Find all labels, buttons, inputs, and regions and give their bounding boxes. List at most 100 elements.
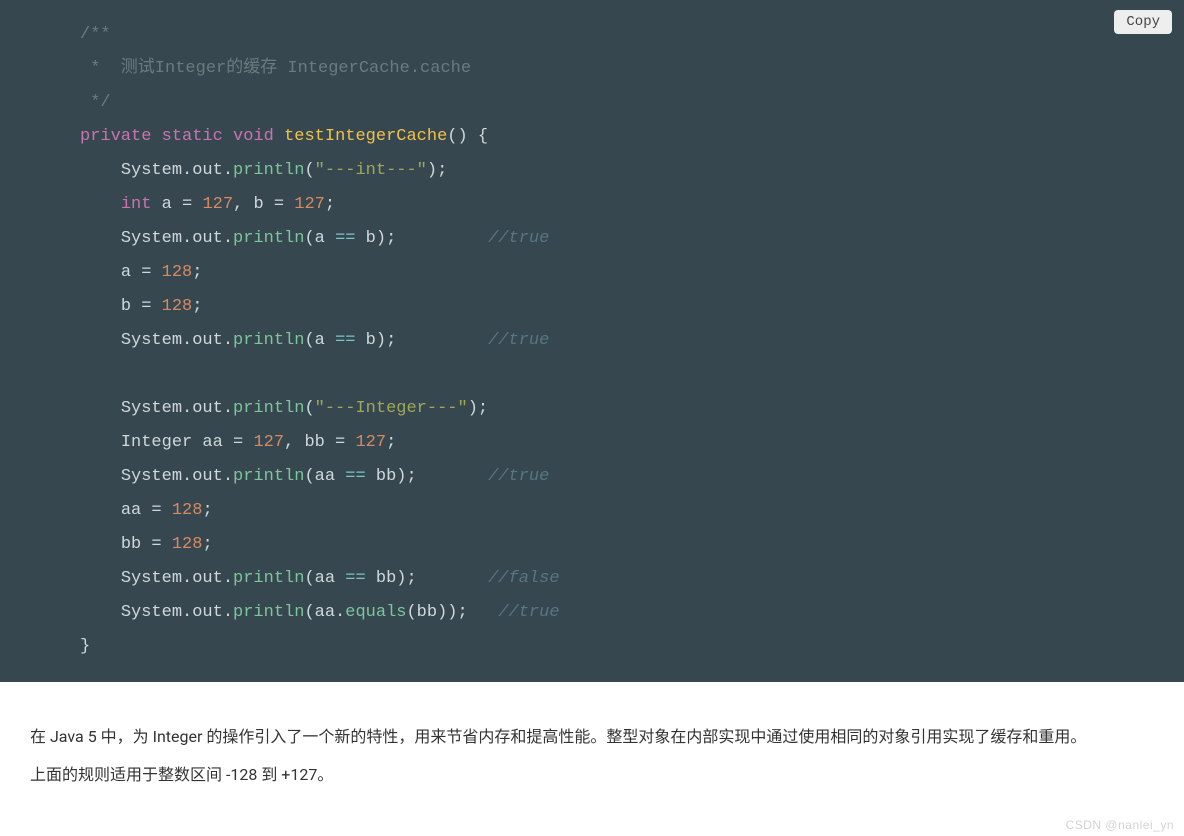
punc: bb); bbox=[366, 467, 417, 486]
code-line: b = 128; bbox=[80, 290, 1184, 324]
call: println bbox=[233, 603, 304, 622]
comment: //true bbox=[488, 229, 549, 248]
code-line: a = 128; bbox=[80, 256, 1184, 290]
punc: (a bbox=[304, 331, 335, 350]
ident: a = bbox=[121, 263, 162, 282]
ident: System.out. bbox=[121, 569, 233, 588]
code-line: Integer aa = 127, bb = 127; bbox=[80, 426, 1184, 460]
number: 128 bbox=[162, 263, 193, 282]
code-line: System.out.println(aa.equals(bb)); //tru… bbox=[80, 596, 1184, 630]
number: 128 bbox=[172, 535, 203, 554]
code-line: System.out.println(aa == bb); //false bbox=[80, 562, 1184, 596]
ident: System.out. bbox=[121, 161, 233, 180]
operator: == bbox=[335, 331, 355, 350]
ident: System.out. bbox=[121, 331, 233, 350]
code-line: private static void testIntegerCache() { bbox=[80, 120, 1184, 154]
pad bbox=[468, 603, 499, 622]
punc: } bbox=[80, 637, 90, 656]
number: 128 bbox=[162, 297, 193, 316]
number: 127 bbox=[294, 195, 325, 214]
number: 127 bbox=[202, 195, 233, 214]
code-block: Copy /** * 测试Integer的缓存 IntegerCache.cac… bbox=[0, 0, 1184, 682]
number: 127 bbox=[355, 433, 386, 452]
punc: ; bbox=[202, 501, 212, 520]
punc: ; bbox=[192, 297, 202, 316]
operator: == bbox=[345, 467, 365, 486]
keyword: void bbox=[233, 127, 274, 146]
watermark: CSDN @nanlei_yn bbox=[1066, 818, 1174, 832]
code-line: /** bbox=[80, 18, 1184, 52]
keyword: private bbox=[80, 127, 151, 146]
code-line: System.out.println("---Integer---"); bbox=[80, 392, 1184, 426]
comment: //false bbox=[488, 569, 559, 588]
ident: a = bbox=[151, 195, 202, 214]
punc: (aa. bbox=[304, 603, 345, 622]
ident: System.out. bbox=[121, 603, 233, 622]
ident: , bb = bbox=[284, 433, 355, 452]
comment: //true bbox=[498, 603, 559, 622]
punc: ); bbox=[427, 161, 447, 180]
punc: (aa bbox=[304, 467, 345, 486]
operator: == bbox=[335, 229, 355, 248]
code-line: * 测试Integer的缓存 IntegerCache.cache bbox=[80, 52, 1184, 86]
ident: System.out. bbox=[121, 229, 233, 248]
punc: ; bbox=[386, 433, 396, 452]
call: println bbox=[233, 331, 304, 350]
call: println bbox=[233, 399, 304, 418]
pad bbox=[417, 569, 488, 588]
punc: ; bbox=[202, 535, 212, 554]
doc-comment: */ bbox=[80, 93, 111, 112]
ident: Integer aa = bbox=[121, 433, 254, 452]
call: println bbox=[233, 467, 304, 486]
operator: == bbox=[345, 569, 365, 588]
comment: //true bbox=[488, 467, 549, 486]
doc-comment: /** bbox=[80, 25, 111, 44]
code-line: System.out.println("---int---"); bbox=[80, 154, 1184, 188]
code-line: */ bbox=[80, 86, 1184, 120]
comment: //true bbox=[488, 331, 549, 350]
code-line: System.out.println(aa == bb); //true bbox=[80, 460, 1184, 494]
pad bbox=[396, 229, 488, 248]
punc: b); bbox=[355, 229, 396, 248]
code-line: } bbox=[80, 630, 1184, 664]
number: 128 bbox=[172, 501, 203, 520]
paragraph: 上面的规则适用于整数区间 -128 到 +127。 bbox=[30, 756, 1154, 794]
keyword: int bbox=[121, 195, 152, 214]
code-line: bb = 128; bbox=[80, 528, 1184, 562]
paragraph: 在 Java 5 中，为 Integer 的操作引入了一个新的特性，用来节省内存… bbox=[30, 718, 1154, 756]
call: equals bbox=[345, 603, 406, 622]
function-name: testIntegerCache bbox=[284, 127, 447, 146]
ident: b = bbox=[121, 297, 162, 316]
code-line: int a = 127, b = 127; bbox=[80, 188, 1184, 222]
ident: System.out. bbox=[121, 399, 233, 418]
punc: (a bbox=[304, 229, 335, 248]
ident: aa = bbox=[121, 501, 172, 520]
code-line: System.out.println(a == b); //true bbox=[80, 324, 1184, 358]
doc-comment: * 测试Integer的缓存 IntegerCache.cache bbox=[80, 59, 471, 78]
call: println bbox=[233, 161, 304, 180]
punc: () { bbox=[447, 127, 488, 146]
pad bbox=[396, 331, 488, 350]
ident: System.out. bbox=[121, 467, 233, 486]
pad bbox=[417, 467, 488, 486]
punc: ); bbox=[468, 399, 488, 418]
keyword: static bbox=[162, 127, 223, 146]
code-line bbox=[80, 358, 1184, 392]
copy-button[interactable]: Copy bbox=[1114, 10, 1172, 34]
ident: , b = bbox=[233, 195, 294, 214]
string: "---int---" bbox=[315, 161, 427, 180]
punc: b); bbox=[355, 331, 396, 350]
punc: (aa bbox=[304, 569, 345, 588]
punc: ; bbox=[325, 195, 335, 214]
article-text: 在 Java 5 中，为 Integer 的操作引入了一个新的特性，用来节省内存… bbox=[0, 682, 1184, 795]
punc: bb); bbox=[366, 569, 417, 588]
ident: bb = bbox=[121, 535, 172, 554]
call: println bbox=[233, 229, 304, 248]
punc: ; bbox=[192, 263, 202, 282]
number: 127 bbox=[253, 433, 284, 452]
call: println bbox=[233, 569, 304, 588]
punc: (bb)); bbox=[406, 603, 467, 622]
string: "---Integer---" bbox=[315, 399, 468, 418]
code-line: aa = 128; bbox=[80, 494, 1184, 528]
code-line: System.out.println(a == b); //true bbox=[80, 222, 1184, 256]
